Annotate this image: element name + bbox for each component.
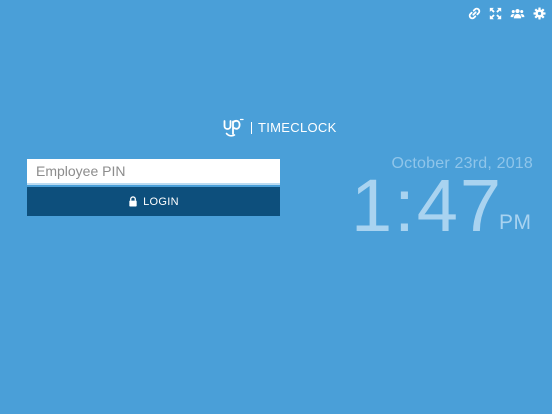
app-name: TIMECLOCK [258,120,337,135]
toolbar [467,6,546,20]
login-button-label: LOGIN [143,195,179,208]
fullscreen-icon[interactable] [488,6,502,20]
employee-pin-input[interactable] [27,159,280,185]
gear-icon[interactable] [532,6,546,20]
app-logo: TIMECLOCK [222,117,337,139]
group-icon[interactable] [509,6,525,20]
logo-separator [251,122,252,134]
timeclock-screen: TIMECLOCK LOGIN October 23rd, 2018 1:47 … [0,0,552,414]
login-button[interactable]: LOGIN [27,187,280,216]
time-meridiem: PM [499,211,532,234]
current-time: 1:47 [351,164,504,247]
lock-icon [129,196,137,207]
up-logo-icon [223,118,244,137]
link-icon[interactable] [467,6,481,20]
